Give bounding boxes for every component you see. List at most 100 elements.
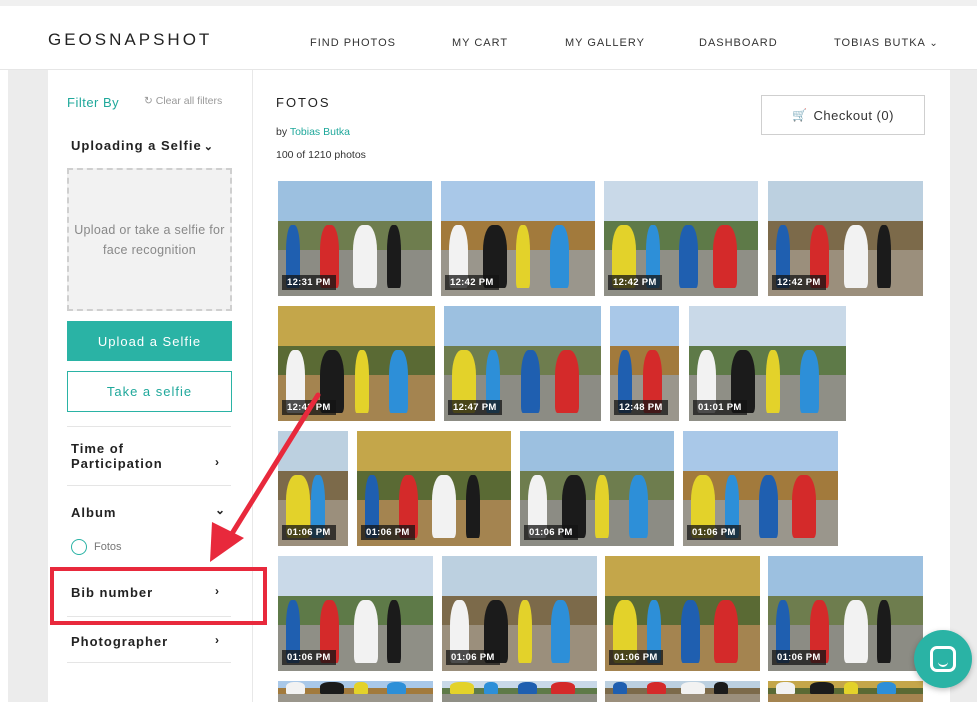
top-navigation-bar: GEOSNAPSHOT FIND PHOTOS MY CART MY GALLE… bbox=[0, 0, 977, 70]
section-uploading-selfie-label: Uploading a Selfie bbox=[71, 138, 202, 153]
photo-timestamp: 01:06 PM bbox=[609, 650, 663, 665]
photo-thumbnail[interactable]: 12:43 PM bbox=[278, 306, 435, 421]
photo-ground bbox=[278, 693, 433, 702]
chevron-down-icon: ⌄ bbox=[929, 38, 939, 49]
album-fotos-radio[interactable] bbox=[71, 539, 87, 555]
runner-figure bbox=[319, 682, 344, 694]
user-name: TOBIAS BUTKA bbox=[834, 37, 926, 49]
photographer-link[interactable]: Tobias Butka bbox=[290, 126, 350, 138]
photo-thumbnail[interactable]: 01:06 PM bbox=[278, 556, 433, 671]
photo-sky bbox=[768, 556, 923, 597]
runner-figure bbox=[450, 682, 474, 694]
runner-figure bbox=[628, 474, 648, 538]
runner-figure bbox=[680, 682, 705, 694]
divider bbox=[67, 426, 231, 427]
runner-figure bbox=[387, 682, 407, 694]
refresh-icon: ↻ bbox=[144, 95, 153, 107]
photo-thumbnail[interactable]: 01:06 PM bbox=[520, 431, 674, 546]
clear-all-filters-link[interactable]: ↻ Clear all filters bbox=[144, 95, 222, 107]
album-byline: by Tobias Butka bbox=[276, 126, 350, 138]
photo-thumbnail[interactable]: 01:06 PM bbox=[605, 556, 760, 671]
photo-timestamp: 12:43 PM bbox=[282, 400, 336, 415]
photo-thumbnail[interactable]: 12:31 PM bbox=[278, 181, 432, 296]
photo-thumbnail[interactable] bbox=[278, 681, 433, 702]
runner-figure bbox=[679, 224, 698, 288]
album-fotos-label: Fotos bbox=[94, 541, 122, 553]
photo-timestamp: 12:48 PM bbox=[614, 400, 668, 415]
photo-timestamp: 12:42 PM bbox=[608, 275, 662, 290]
section-album[interactable]: Album bbox=[71, 505, 116, 520]
runner-figure bbox=[432, 474, 456, 538]
photo-sky bbox=[278, 556, 433, 597]
photo-timestamp: 01:06 PM bbox=[446, 650, 500, 665]
nav-user-menu[interactable]: TOBIAS BUTKA ⌄ bbox=[834, 37, 939, 49]
photo-timestamp: 12:31 PM bbox=[282, 275, 336, 290]
photo-sky bbox=[278, 181, 432, 222]
chat-icon bbox=[930, 646, 956, 672]
photo-thumbnail[interactable]: 12:42 PM bbox=[604, 181, 758, 296]
runner-figure bbox=[549, 224, 569, 288]
runner-figure bbox=[483, 682, 498, 694]
take-selfie-button[interactable]: Take a selfie bbox=[67, 371, 232, 412]
section-uploading-selfie[interactable]: Uploading a Selfie ⌄ bbox=[71, 138, 214, 153]
photo-thumbnail[interactable]: 01:06 PM bbox=[442, 556, 597, 671]
chevron-right-icon[interactable]: › bbox=[215, 633, 219, 647]
photo-thumbnail[interactable]: 12:47 PM bbox=[444, 306, 601, 421]
photo-sky bbox=[520, 431, 674, 472]
photo-thumbnail[interactable]: 12:48 PM bbox=[610, 306, 679, 421]
runner-figure bbox=[554, 349, 579, 413]
photo-thumbnail[interactable]: 01:01 PM bbox=[689, 306, 846, 421]
photo-sky bbox=[604, 181, 758, 222]
photo-sky bbox=[442, 556, 597, 597]
chat-launcher-button[interactable] bbox=[914, 630, 972, 688]
runner-figure bbox=[517, 682, 537, 694]
section-time-of-participation[interactable]: Time of Participation bbox=[71, 441, 191, 471]
photo-thumbnail[interactable]: 01:06 PM bbox=[357, 431, 511, 546]
nav-my-gallery[interactable]: MY GALLERY bbox=[565, 37, 645, 49]
runner-figure bbox=[792, 474, 817, 538]
runner-figure bbox=[354, 349, 369, 413]
runner-figure bbox=[712, 224, 737, 288]
photo-timestamp: 01:06 PM bbox=[282, 525, 336, 540]
photo-thumbnail[interactable]: 12:42 PM bbox=[768, 181, 923, 296]
runner-figure bbox=[353, 682, 368, 694]
nav-find-photos[interactable]: FIND PHOTOS bbox=[310, 37, 396, 49]
photo-thumbnail[interactable]: 12:42 PM bbox=[441, 181, 595, 296]
section-photographer[interactable]: Photographer bbox=[71, 634, 168, 649]
photo-thumbnail[interactable] bbox=[768, 681, 923, 702]
site-logo[interactable]: GEOSNAPSHOT bbox=[48, 30, 212, 50]
runner-figure bbox=[386, 224, 401, 288]
runner-figure bbox=[520, 349, 540, 413]
photo-ground bbox=[768, 693, 923, 702]
runner-figure bbox=[595, 474, 609, 538]
upload-selfie-button[interactable]: Upload a Selfie bbox=[67, 321, 232, 361]
photo-sky bbox=[278, 431, 348, 472]
photo-timestamp: 01:06 PM bbox=[282, 650, 336, 665]
photo-timestamp: 12:42 PM bbox=[445, 275, 499, 290]
chevron-down-icon[interactable]: ⌄ bbox=[215, 503, 225, 517]
runner-figure bbox=[465, 474, 480, 538]
runner-figure bbox=[843, 682, 858, 694]
chevron-right-icon[interactable]: › bbox=[215, 455, 219, 469]
photo-thumbnail[interactable]: 01:06 PM bbox=[683, 431, 838, 546]
checkout-button[interactable]: 🛒 Checkout (0) bbox=[761, 95, 925, 135]
photo-sky bbox=[605, 556, 760, 597]
runner-figure bbox=[551, 682, 576, 694]
filter-by-label: Filter By bbox=[67, 95, 120, 110]
photo-thumbnail[interactable] bbox=[605, 681, 760, 702]
photo-thumbnail[interactable] bbox=[442, 681, 597, 702]
photo-sky bbox=[278, 306, 435, 347]
nav-my-cart[interactable]: MY CART bbox=[452, 37, 508, 49]
photo-ground bbox=[442, 693, 597, 702]
photo-timestamp: 01:06 PM bbox=[524, 525, 578, 540]
selfie-dropzone[interactable]: Upload or take a selfie for face recogni… bbox=[67, 168, 232, 311]
photo-thumbnail[interactable]: 01:06 PM bbox=[768, 556, 923, 671]
photo-thumbnail[interactable]: 01:06 PM bbox=[278, 431, 348, 546]
runner-figure bbox=[680, 599, 700, 663]
runner-figure bbox=[387, 599, 402, 663]
photo-timestamp: 01:01 PM bbox=[693, 400, 747, 415]
clear-all-label: Clear all filters bbox=[155, 95, 223, 107]
runner-figure bbox=[765, 349, 780, 413]
nav-dashboard[interactable]: DASHBOARD bbox=[699, 37, 778, 49]
runner-figure bbox=[799, 349, 819, 413]
